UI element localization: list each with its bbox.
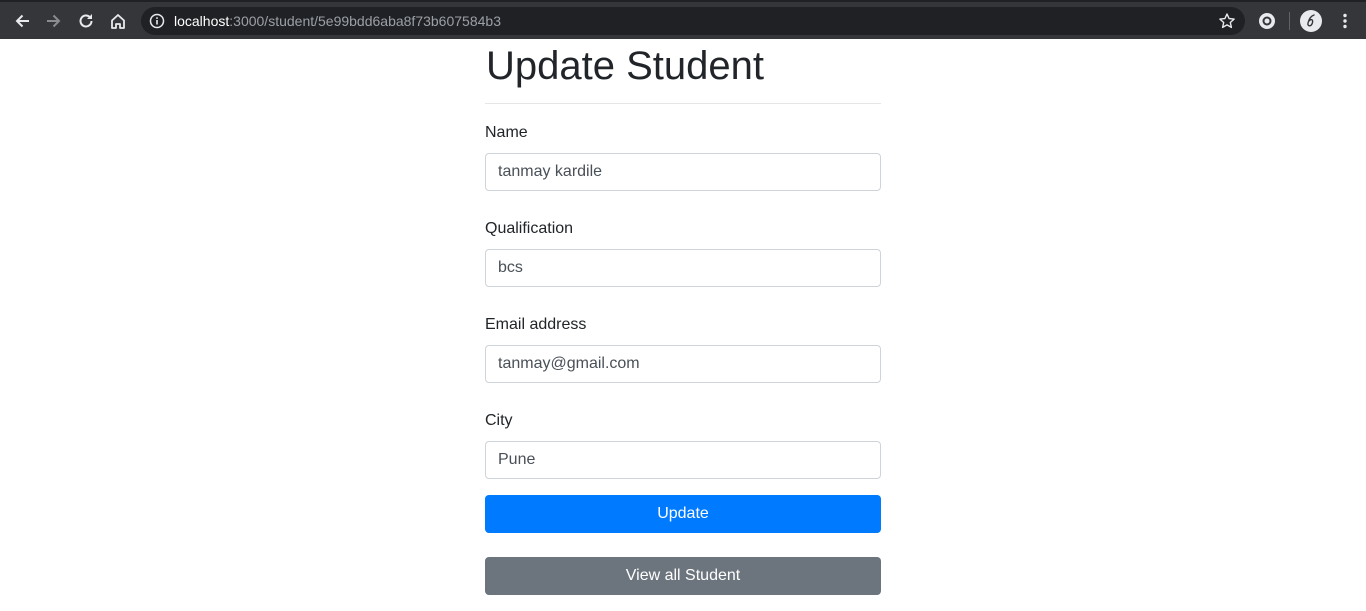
avatar[interactable] [1300, 10, 1322, 32]
menu-icon[interactable] [1335, 11, 1355, 31]
url-host: localhost [174, 13, 230, 29]
name-group: Name [485, 123, 881, 191]
update-student-form-container: Update Student Name Qualification Email … [485, 39, 881, 595]
toolbar-separator [1289, 12, 1290, 30]
address-bar[interactable]: localhost:3000/student/5e99bdd6aba8f73b6… [141, 7, 1245, 35]
name-input[interactable] [485, 153, 881, 191]
extension-icon[interactable] [1258, 12, 1276, 30]
email-label: Email address [485, 316, 587, 333]
title-divider [485, 103, 881, 104]
back-icon[interactable] [10, 9, 34, 33]
name-label: Name [485, 124, 528, 141]
email-group: Email address [485, 315, 881, 383]
qualification-label: Qualification [485, 220, 574, 237]
url-path: :3000/student/5e99bdd6aba8f73b607584b3 [229, 13, 501, 29]
url-text[interactable]: localhost:3000/student/5e99bdd6aba8f73b6… [174, 13, 501, 29]
city-group: City [485, 411, 881, 479]
page-title: Update Student [486, 44, 764, 88]
forward-icon[interactable] [42, 9, 66, 33]
browser-toolbar: localhost:3000/student/5e99bdd6aba8f73b6… [0, 0, 1366, 39]
city-label: City [485, 412, 513, 429]
view-all-students-button[interactable]: View all Student [485, 557, 881, 595]
star-icon[interactable] [1218, 12, 1236, 30]
update-button[interactable]: Update [485, 495, 881, 533]
reload-icon[interactable] [74, 9, 98, 33]
city-input[interactable] [485, 441, 881, 479]
home-icon[interactable] [106, 9, 130, 33]
qualification-input[interactable] [485, 249, 881, 287]
email-input[interactable] [485, 345, 881, 383]
info-icon[interactable] [149, 13, 165, 29]
qualification-group: Qualification [485, 219, 881, 287]
